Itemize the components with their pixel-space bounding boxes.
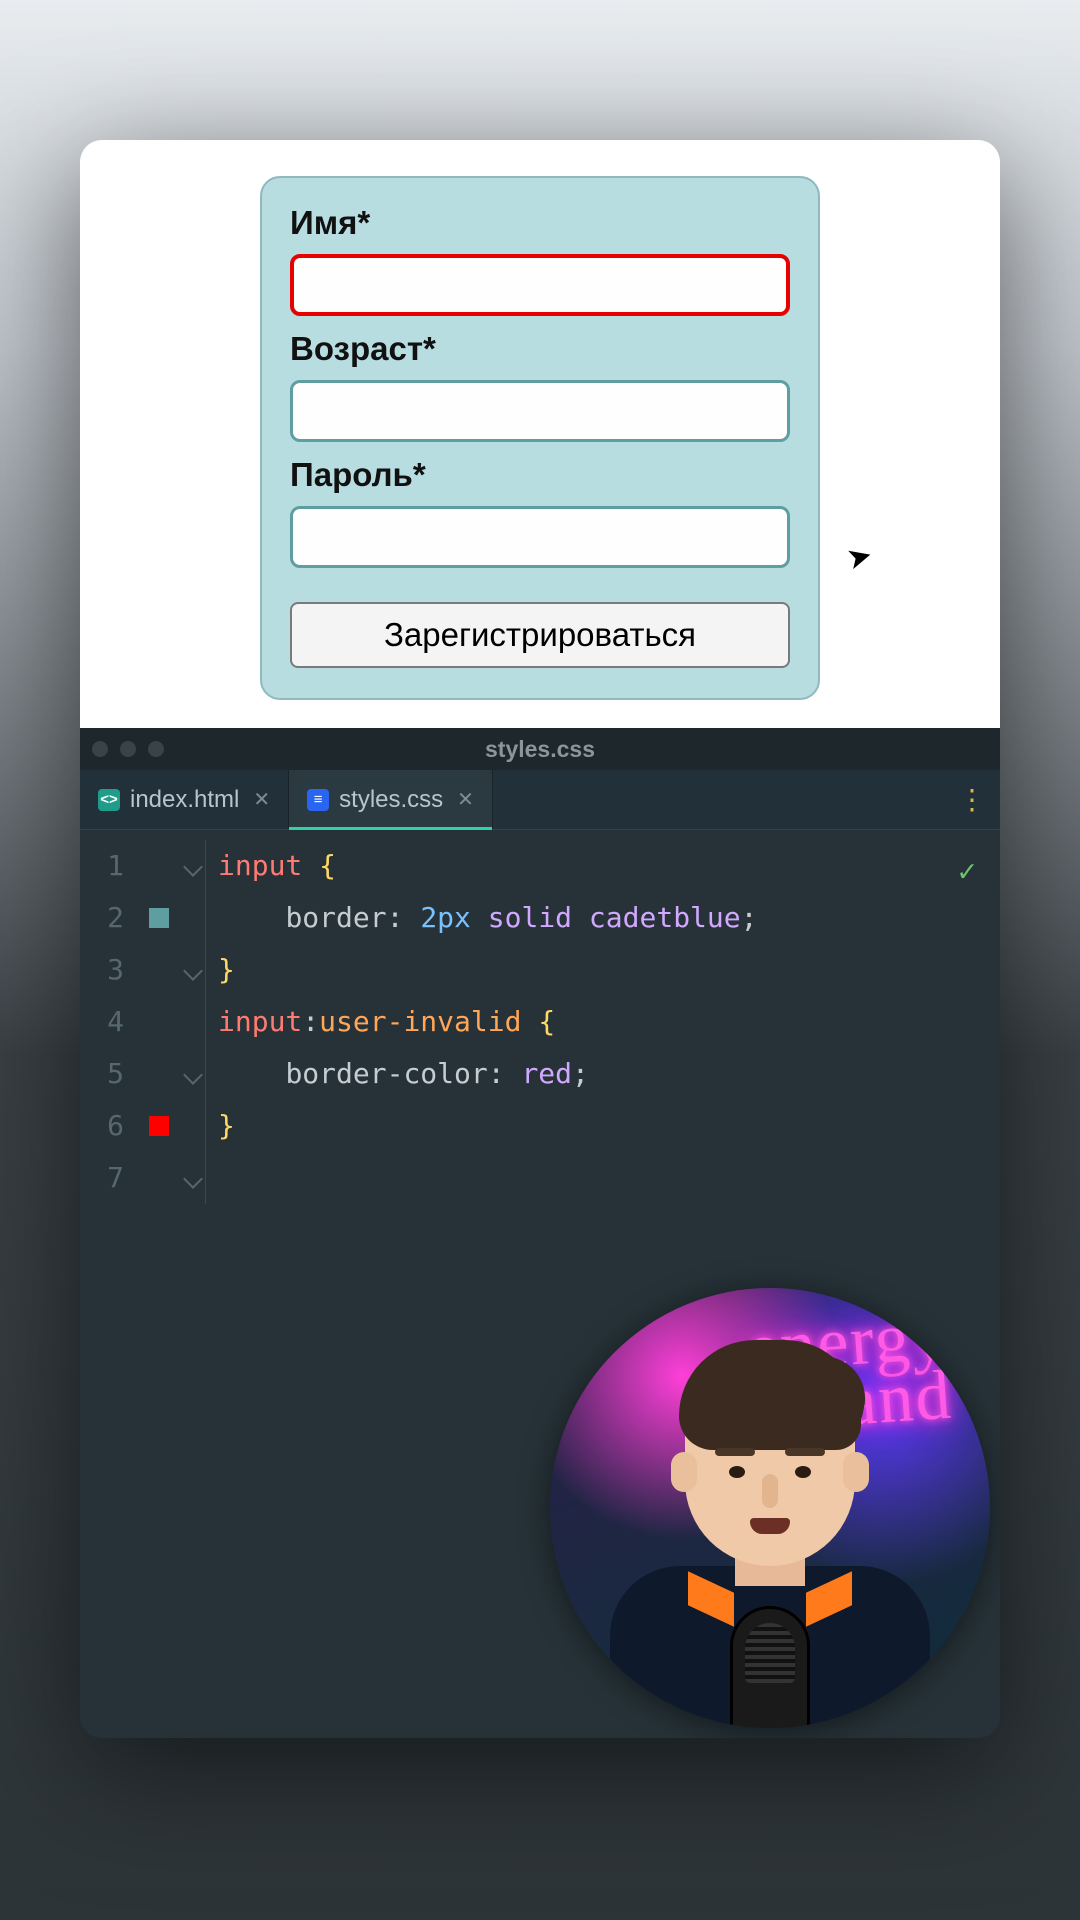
submit-button[interactable]: Зарегистрироваться [290,602,790,668]
browser-preview-panel: Имя* Возраст* Пароль* Зарегистрироваться… [80,140,1000,728]
tab-overflow-button[interactable]: ⋮ [944,770,1000,829]
tab-label: index.html [130,786,239,814]
line-number-gutter: 1 2 3 4 5 6 7 [80,840,138,1204]
presenter-avatar: energyronband [550,1288,990,1728]
code-area[interactable]: ✓ 1 2 3 4 5 6 7 inpu [80,830,1000,1204]
close-icon[interactable]: ✕ [253,787,270,812]
tab-styles-css[interactable]: ≡ styles.css ✕ [289,770,493,829]
name-field-label: Имя* [290,204,790,242]
color-swatch-red [149,1116,169,1136]
password-input[interactable] [290,506,790,568]
microphone-icon [730,1606,810,1728]
tab-label: styles.css [339,786,443,814]
age-field-label: Возраст* [290,330,790,368]
color-swatch-cadetblue [149,908,169,928]
person-illustration [610,1376,930,1728]
html-file-icon: <> [98,789,120,811]
close-icon[interactable]: ✕ [457,787,474,812]
window-title: styles.css [80,736,1000,763]
code-editor-panel: styles.css <> index.html ✕ ≡ styles.css … [80,728,1000,1738]
code-content[interactable]: input { border: 2px solid cadetblue;}inp… [206,840,757,1204]
password-field-label: Пароль* [290,456,790,494]
css-file-icon: ≡ [307,789,329,811]
registration-form: Имя* Возраст* Пароль* Зарегистрироваться [260,176,820,700]
age-input[interactable] [290,380,790,442]
tab-index-html[interactable]: <> index.html ✕ [80,770,289,829]
editor-tab-bar: <> index.html ✕ ≡ styles.css ✕ ⋮ [80,770,1000,830]
name-input[interactable] [290,254,790,316]
fold-gutter [180,840,206,1204]
color-swatch-gutter [138,840,180,1204]
cursor-icon: ➤ [843,537,876,577]
kebab-icon: ⋮ [958,783,986,816]
editor-titlebar: styles.css [80,728,1000,770]
app-stage: Имя* Возраст* Пароль* Зарегистрироваться… [80,140,1000,1738]
lint-ok-icon: ✓ [958,846,976,898]
